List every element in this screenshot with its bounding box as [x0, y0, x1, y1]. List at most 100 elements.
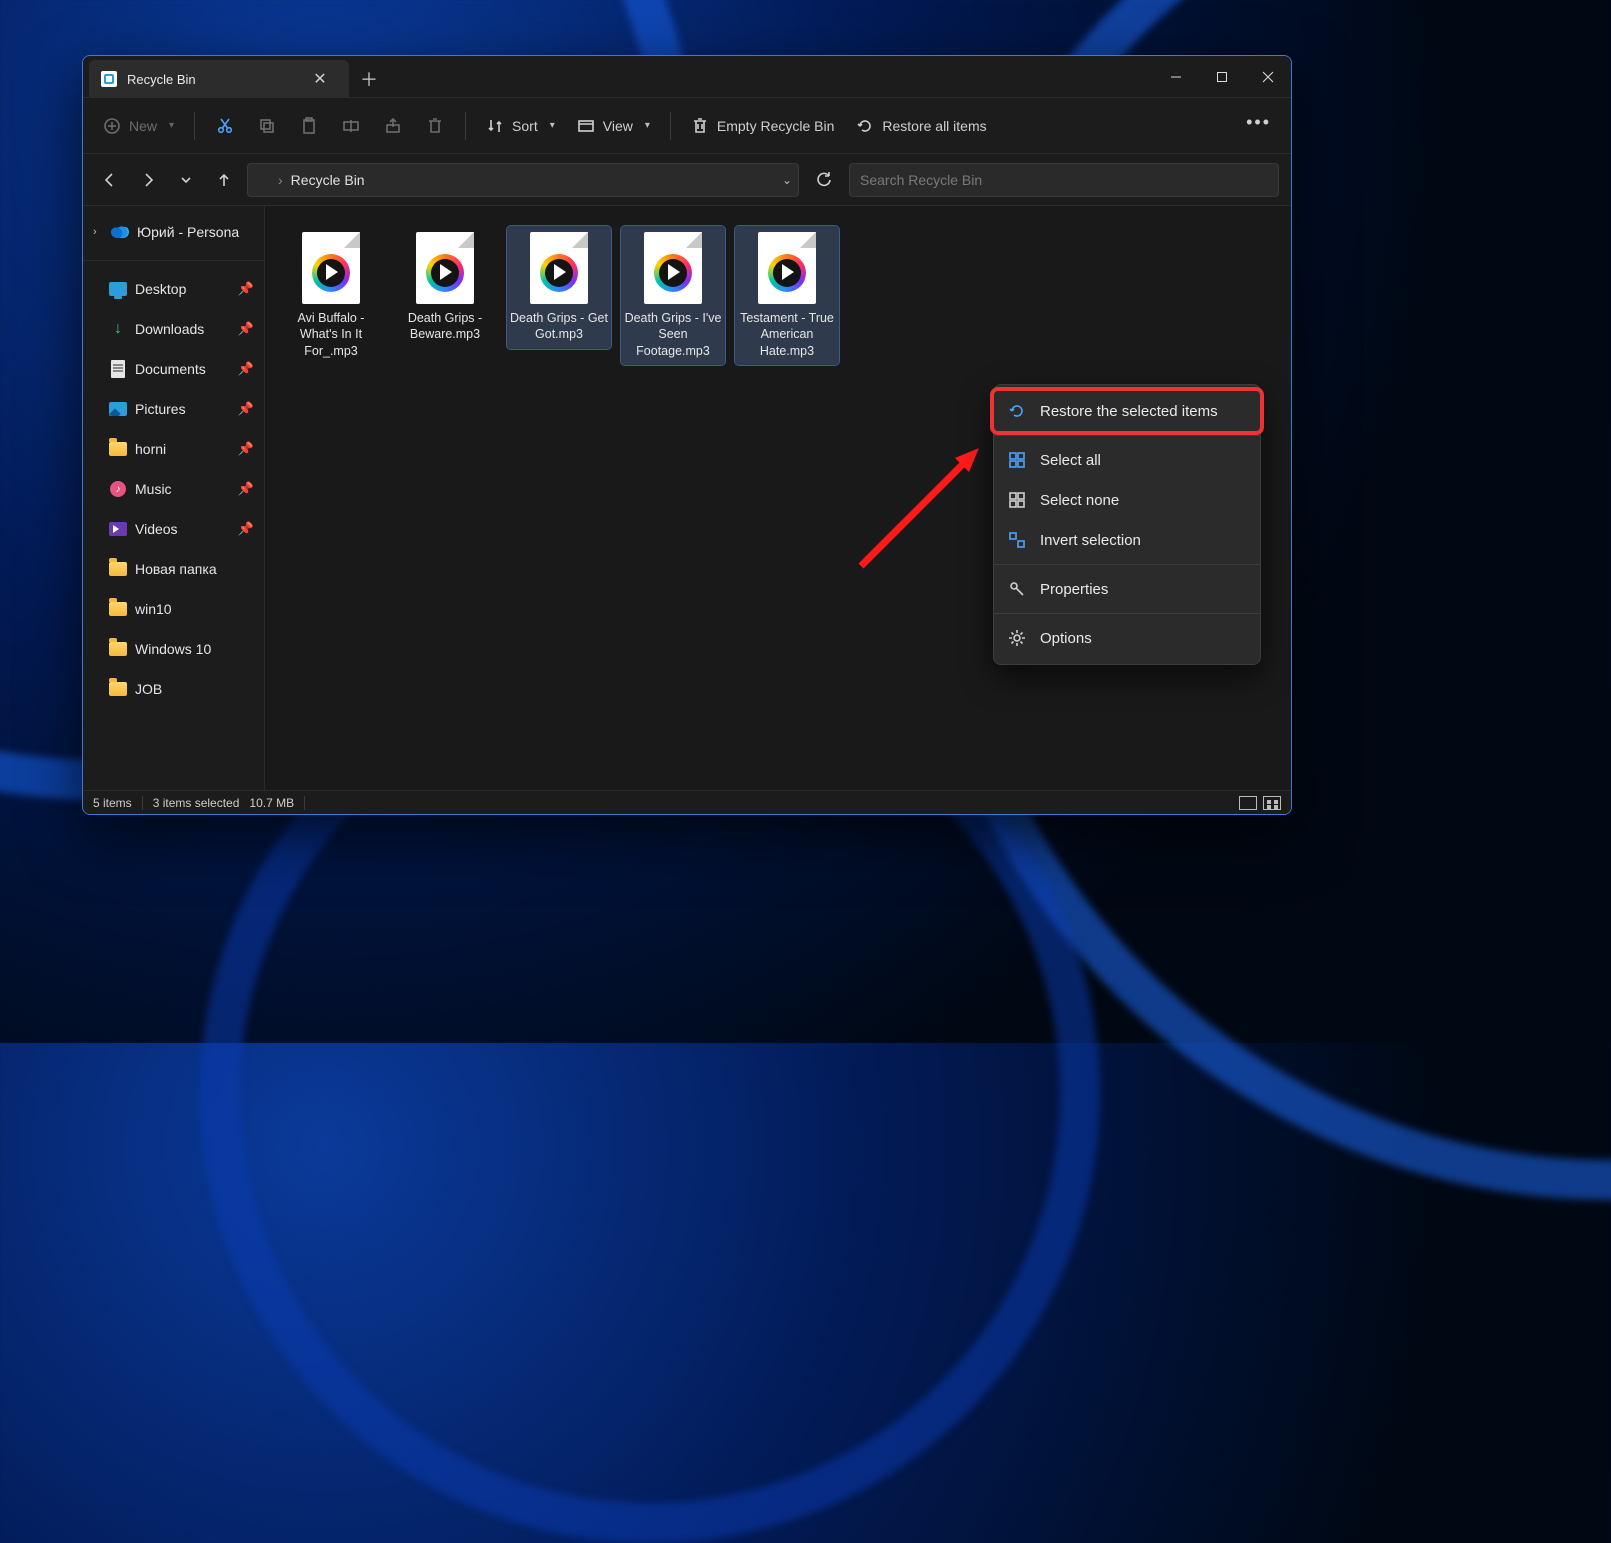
pin-icon: 📌	[238, 441, 254, 457]
tree-folder-win10[interactable]: win10	[83, 589, 264, 629]
tab-recycle-bin[interactable]: Recycle Bin ✕	[89, 60, 349, 98]
tree-downloads[interactable]: ↓ Downloads 📌	[83, 309, 264, 349]
sort-button[interactable]: Sort	[478, 108, 563, 144]
details-view-icon[interactable]	[1239, 796, 1257, 810]
trash-icon	[426, 117, 444, 135]
menu-invert-selection[interactable]: Invert selection	[994, 520, 1260, 560]
tree-label: Юрий - Persona	[137, 224, 239, 240]
new-tab-button[interactable]: ＋	[349, 60, 389, 98]
tree-music[interactable]: ♪ Music 📌	[83, 469, 264, 509]
file-thumbnail	[416, 232, 474, 304]
tree-pictures[interactable]: Pictures 📌	[83, 389, 264, 429]
properties-icon	[1008, 580, 1026, 598]
empty-bin-icon	[691, 117, 709, 135]
empty-label: Empty Recycle Bin	[717, 118, 834, 134]
file-item[interactable]: Avi Buffalo - What's In It For_.mp3	[279, 226, 383, 365]
pin-icon: 📌	[238, 361, 254, 377]
status-selected: 3 items selected	[153, 796, 240, 810]
menu-label: Invert selection	[1040, 532, 1141, 549]
tree-label: JOB	[135, 681, 162, 697]
empty-recycle-bin-button[interactable]: Empty Recycle Bin	[683, 108, 842, 144]
file-item[interactable]: Death Grips - Beware.mp3	[393, 226, 497, 349]
restore-all-label: Restore all items	[882, 118, 986, 134]
new-button[interactable]: New	[95, 108, 182, 144]
titlebar: Recycle Bin ✕ ＋	[83, 56, 1291, 98]
file-item[interactable]: Testament - True American Hate.mp3	[735, 226, 839, 365]
cut-button[interactable]	[207, 108, 243, 144]
view-button[interactable]: View	[569, 108, 658, 144]
invert-icon	[1008, 531, 1026, 549]
file-thumbnail	[302, 232, 360, 304]
up-button[interactable]	[209, 165, 239, 195]
tree-folder-novaya[interactable]: Новая папка	[83, 549, 264, 589]
menu-select-all[interactable]: Select all	[994, 440, 1260, 480]
restore-all-button[interactable]: Restore all items	[848, 108, 994, 144]
back-button[interactable]	[95, 165, 125, 195]
close-tab-icon[interactable]: ✕	[307, 69, 333, 89]
menu-select-none[interactable]: Select none	[994, 480, 1260, 520]
folder-icon	[109, 560, 127, 578]
breadcrumb-location[interactable]: Recycle Bin	[291, 172, 365, 188]
refresh-button[interactable]	[807, 163, 841, 197]
thumbnails-view-icon[interactable]	[1263, 796, 1281, 810]
file-name: Death Grips - Beware.mp3	[395, 310, 495, 343]
copy-button[interactable]	[249, 108, 285, 144]
breadcrumb-sep-icon: ›	[278, 172, 283, 188]
pin-icon: 📌	[238, 321, 254, 337]
share-button[interactable]	[375, 108, 411, 144]
file-item[interactable]: Death Grips - Get Got.mp3	[507, 226, 611, 349]
plus-circle-icon	[103, 117, 121, 135]
file-name: Avi Buffalo - What's In It For_.mp3	[281, 310, 381, 359]
address-bar[interactable]: › Recycle Bin ⌄	[247, 163, 799, 197]
maximize-button[interactable]	[1199, 56, 1245, 98]
tree-onedrive[interactable]: › Юрий - Persona	[83, 212, 264, 252]
tree-horni[interactable]: horni 📌	[83, 429, 264, 469]
file-item[interactable]: Death Grips - I've Seen Footage.mp3	[621, 226, 725, 365]
more-button[interactable]: •••	[1238, 108, 1279, 144]
folder-icon	[109, 680, 127, 698]
tree-folder-job[interactable]: JOB	[83, 669, 264, 709]
recycle-bin-icon	[101, 71, 117, 87]
nav-pane: › Юрий - Persona Desktop 📌 ↓ Downloads 📌…	[83, 206, 265, 790]
menu-label: Properties	[1040, 581, 1108, 598]
tree-label: Pictures	[135, 401, 186, 417]
chevron-down-icon[interactable]: ⌄	[782, 173, 792, 187]
new-label: New	[129, 118, 157, 134]
menu-options[interactable]: Options	[994, 618, 1260, 658]
recent-button[interactable]	[171, 165, 201, 195]
tree-label: horni	[135, 441, 166, 457]
view-label: View	[603, 118, 633, 134]
menu-properties[interactable]: Properties	[994, 569, 1260, 609]
delete-button[interactable]	[417, 108, 453, 144]
folder-icon	[109, 440, 127, 458]
tree-label: Videos	[135, 521, 178, 537]
menu-label: Select none	[1040, 492, 1119, 509]
videos-icon	[109, 520, 127, 538]
menu-restore-selected[interactable]: Restore the selected items	[994, 391, 1260, 431]
status-bar: 5 items 3 items selected 10.7 MB	[83, 790, 1291, 814]
tree-folder-windows10[interactable]: Windows 10	[83, 629, 264, 669]
status-size: 10.7 MB	[249, 796, 294, 810]
tree-desktop[interactable]: Desktop 📌	[83, 269, 264, 309]
paste-button[interactable]	[291, 108, 327, 144]
rename-button[interactable]	[333, 108, 369, 144]
tree-label: Music	[135, 481, 172, 497]
search-input[interactable]	[860, 172, 1268, 188]
paste-icon	[300, 117, 318, 135]
file-thumbnail	[644, 232, 702, 304]
minimize-button[interactable]	[1153, 56, 1199, 98]
search-box[interactable]	[849, 163, 1279, 197]
restore-icon	[1008, 402, 1026, 420]
view-icon	[577, 117, 595, 135]
file-name: Death Grips - Get Got.mp3	[509, 310, 609, 343]
tree-videos[interactable]: Videos 📌	[83, 509, 264, 549]
close-window-button[interactable]	[1245, 56, 1291, 98]
gear-icon	[1008, 629, 1026, 647]
tree-documents[interactable]: Documents 📌	[83, 349, 264, 389]
menu-label: Restore the selected items	[1040, 403, 1218, 420]
tree-label: win10	[135, 601, 172, 617]
rename-icon	[342, 117, 360, 135]
forward-button[interactable]	[133, 165, 163, 195]
chevron-right-icon: ›	[93, 226, 103, 238]
navbar: › Recycle Bin ⌄	[83, 154, 1291, 206]
